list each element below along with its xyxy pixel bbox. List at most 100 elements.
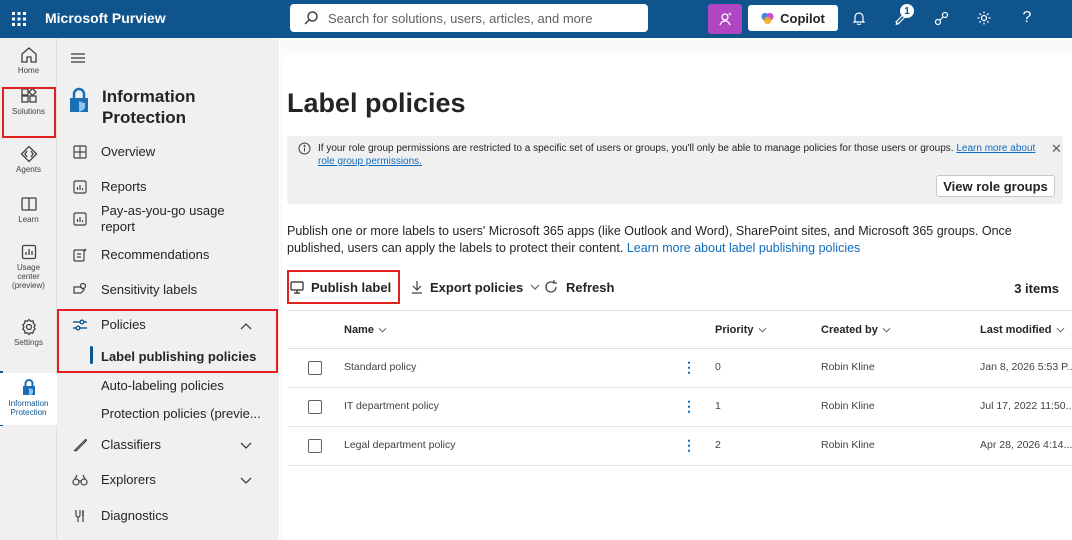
info-protection-logo-icon — [70, 87, 88, 112]
app-launcher-button[interactable] — [0, 0, 38, 38]
sparkle-person-icon — [719, 12, 732, 26]
chevron-down-icon — [882, 327, 891, 333]
export-policies-button[interactable]: Export policies — [411, 270, 540, 304]
nav-item-explorers[interactable]: Explorers — [57, 468, 279, 492]
nav-item-payg-report[interactable]: Pay-as-you-go usage report — [57, 202, 279, 236]
table-row[interactable]: Legal department policy ⋮ 2 Robin Kline … — [287, 427, 1072, 466]
highlight-box-policies — [57, 309, 278, 373]
chevron-down-icon — [240, 473, 252, 488]
nav-subitem-protection-policies[interactable]: Protection policies (previe... — [57, 406, 279, 424]
search-icon — [304, 11, 318, 25]
nav-label-diagnostics: Diagnostics — [101, 508, 169, 523]
more-actions-button[interactable]: ⋮ — [682, 437, 696, 454]
export-policies-text: Export policies — [430, 279, 524, 295]
nav-label-sensitivity-labels: Sensitivity labels — [101, 282, 198, 297]
info-message-bar: If your role group permissions are restr… — [287, 136, 1063, 204]
cell-last-modified: Jan 8, 2026 5:53 P... — [980, 361, 1072, 373]
view-role-groups-button[interactable]: View role groups — [936, 175, 1055, 197]
refresh-button[interactable]: Refresh — [543, 270, 614, 304]
help-button[interactable]: ? — [1014, 5, 1040, 31]
whats-new-button[interactable]: 1 — [888, 4, 914, 31]
connections-icon — [934, 11, 948, 25]
info-icon — [298, 142, 311, 158]
app-title[interactable]: Microsoft Purview — [45, 10, 166, 26]
rail-label-information-protection: Information Protection — [8, 399, 49, 417]
connections-button[interactable] — [928, 5, 954, 31]
cell-priority: 0 — [715, 361, 721, 373]
close-icon: ✕ — [1051, 141, 1062, 156]
table-header: Name Priority Created by Last modified — [287, 311, 1072, 349]
row-checkbox[interactable] — [308, 439, 322, 453]
cell-priority: 1 — [715, 400, 721, 412]
info-text: If your role group permissions are restr… — [318, 143, 954, 154]
page-description: Publish one or more labels to users' Mic… — [287, 223, 1067, 257]
settings-icon — [21, 318, 36, 336]
rail-item-learn[interactable]: Learn — [0, 195, 57, 224]
column-label-created-by: Created by — [821, 324, 878, 336]
rail-item-home[interactable]: Home — [0, 46, 57, 75]
copilot-button[interactable]: Copilot — [748, 5, 838, 31]
nav-item-reports[interactable]: Reports — [57, 175, 279, 199]
more-actions-button[interactable]: ⋮ — [682, 398, 696, 415]
main-area: Label policies If your role group permis… — [280, 38, 1072, 540]
rail-label-settings: Settings — [14, 338, 43, 347]
diagnostics-icon — [71, 507, 89, 525]
column-label-name: Name — [344, 324, 374, 336]
rail-label-agents: Agents — [16, 165, 41, 174]
search-input[interactable]: Search for solutions, users, articles, a… — [290, 4, 648, 32]
rail-item-usage-center[interactable]: Usage center (preview) — [0, 243, 57, 290]
nav-sublabel-auto-labeling: Auto-labeling policies — [101, 378, 224, 393]
chevron-down-icon — [758, 327, 766, 333]
left-rail: Home Solutions Agents Learn Usage center… — [0, 38, 57, 540]
cell-name[interactable]: Legal department policy — [344, 439, 456, 451]
learn-icon — [20, 197, 37, 211]
home-icon — [20, 47, 37, 63]
notifications-button[interactable] — [846, 5, 872, 31]
nav-label-overview: Overview — [101, 144, 156, 159]
rail-item-agents[interactable]: Agents — [0, 145, 57, 174]
info-message: If your role group permissions are restr… — [318, 142, 1038, 168]
cell-name[interactable]: IT department policy — [344, 400, 439, 412]
rail-label-usage-center: Usage center (preview) — [12, 263, 45, 290]
more-actions-button[interactable]: ⋮ — [682, 359, 696, 376]
nav-item-overview[interactable]: Overview — [57, 140, 279, 164]
learn-more-link[interactable]: Learn more about label publishing polici… — [627, 241, 860, 255]
table-row[interactable]: IT department policy ⋮ 1 Robin Kline Jul… — [287, 388, 1072, 427]
cell-name[interactable]: Standard policy — [344, 361, 416, 373]
chevron-down-icon — [1056, 327, 1064, 333]
cell-created-by: Robin Kline — [821, 439, 875, 451]
rail-item-information-protection[interactable]: Information Protection — [0, 373, 57, 425]
nav-subitem-auto-labeling-policies[interactable]: Auto-labeling policies — [57, 378, 279, 396]
column-header-name[interactable]: Name — [344, 324, 387, 336]
nav-label-recommendations: Recommendations — [101, 247, 210, 262]
page-title: Label policies — [287, 88, 466, 118]
settings-button[interactable] — [971, 5, 997, 31]
reports-icon — [71, 178, 89, 196]
copilot-icon — [761, 12, 774, 24]
column-header-priority[interactable]: Priority — [715, 324, 767, 336]
nav-item-classifiers[interactable]: Classifiers — [57, 433, 279, 457]
copilot-label: Copilot — [780, 10, 825, 26]
table-row[interactable]: Standard policy ⋮ 0 Robin Kline Jan 8, 2… — [287, 349, 1072, 388]
chevron-down-icon — [240, 438, 252, 453]
overview-icon — [71, 143, 89, 161]
sensitivity-labels-icon — [71, 281, 89, 299]
row-checkbox[interactable] — [308, 400, 322, 414]
purview-agent-button[interactable] — [708, 4, 742, 34]
top-bar: Microsoft Purview Search for solutions, … — [0, 0, 1072, 38]
gear-icon — [977, 11, 991, 25]
nav-item-sensitivity-labels[interactable]: Sensitivity labels — [57, 278, 279, 302]
nav-label-classifiers: Classifiers — [101, 437, 161, 452]
nav-item-diagnostics[interactable]: Diagnostics — [57, 504, 279, 528]
refresh-text: Refresh — [566, 279, 615, 295]
cell-priority: 2 — [715, 439, 721, 451]
column-header-created-by[interactable]: Created by — [821, 324, 891, 336]
download-icon — [412, 281, 422, 294]
hamburger-icon — [71, 53, 85, 63]
dismiss-info-button[interactable]: ✕ — [1051, 141, 1062, 157]
column-header-last-modified[interactable]: Last modified — [980, 324, 1065, 336]
row-checkbox[interactable] — [308, 361, 322, 375]
nav-item-recommendations[interactable]: Recommendations — [57, 243, 279, 267]
rail-item-settings[interactable]: Settings — [0, 318, 57, 347]
collapse-nav-button[interactable] — [71, 52, 85, 67]
